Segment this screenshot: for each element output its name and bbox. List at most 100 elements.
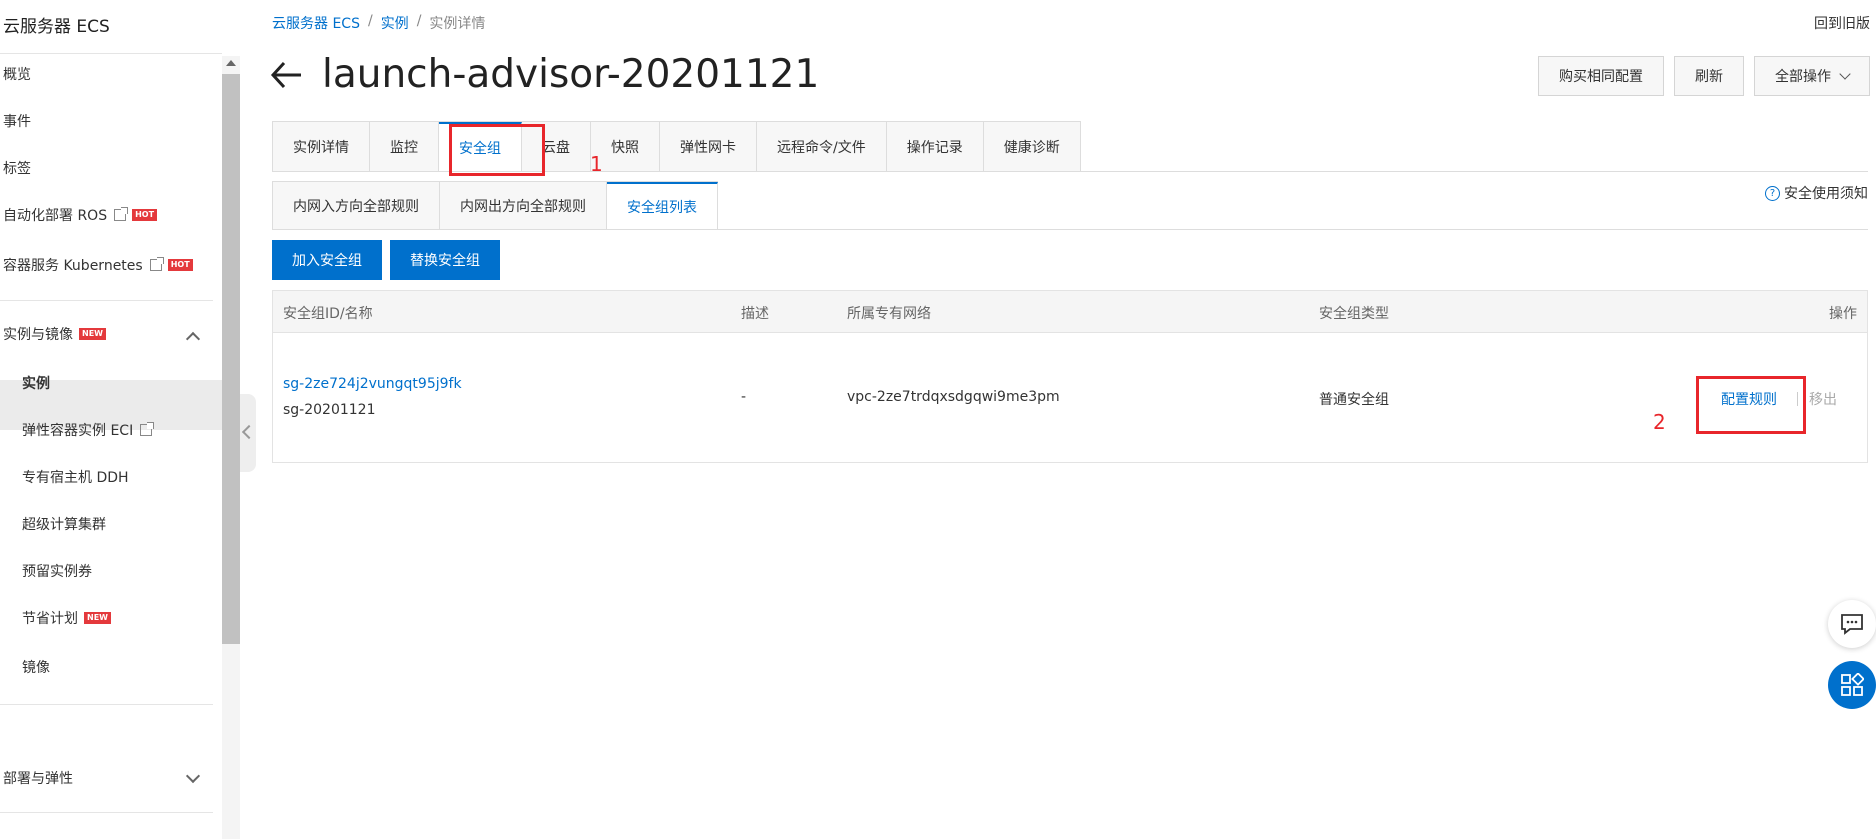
annotation-number: 1 (590, 152, 603, 176)
annotation-box (1696, 376, 1806, 434)
sidebar-item-label: 镜像 (22, 660, 50, 676)
tab-monitoring[interactable]: 监控 (370, 122, 439, 172)
new-badge: NEW (84, 612, 111, 624)
divider (0, 53, 222, 54)
sidebar-item-label: 标签 (3, 161, 31, 177)
sidebar-item-ddh[interactable]: 专有宿主机 DDH (22, 467, 129, 487)
new-badge: NEW (79, 328, 106, 340)
chevron-up-icon[interactable] (185, 331, 201, 347)
tab-health-diagnosis[interactable]: 健康诊断 (983, 122, 1081, 172)
security-group-name: sg-20201121 (283, 402, 376, 418)
sidebar-item-label: 容器服务 Kubernetes (3, 258, 143, 274)
sidebar-item-label: 超级计算集群 (22, 517, 106, 533)
table-actions: 加入安全组 替换安全组 (272, 240, 500, 280)
notice-label: 安全使用须知 (1784, 186, 1868, 202)
column-header: 安全组类型 (1319, 306, 1389, 322)
sidebar-item-kubernetes[interactable]: 容器服务 Kubernetes HOT (3, 255, 193, 275)
breadcrumb-instances[interactable]: 实例 (381, 13, 409, 33)
refresh-button[interactable]: 刷新 (1674, 56, 1744, 96)
hot-badge: HOT (167, 259, 193, 271)
help-icon: ? (1765, 185, 1780, 201)
sidebar-item-label: 自动化部署 ROS (3, 208, 108, 224)
scrollbar-thumb[interactable] (222, 74, 240, 644)
divider (0, 300, 213, 301)
sidebar-group-deploy[interactable]: 部署与弹性 (3, 768, 73, 788)
column-header: 描述 (741, 306, 769, 322)
breadcrumb-separator: / (416, 13, 422, 29)
sidebar-title: 云服务器 ECS (3, 17, 110, 37)
security-group-type: 普通安全组 (1319, 392, 1389, 408)
hot-badge: HOT (132, 209, 158, 221)
external-link-icon (149, 257, 164, 271)
instance-tabs: 实例详情 监控 安全组 云盘 快照 弹性网卡 远程命令/文件 操作记录 健康诊断 (272, 121, 1081, 172)
sidebar-item-events[interactable]: 事件 (3, 111, 31, 131)
breadcrumb-separator: / (367, 13, 373, 29)
header-actions: 购买相同配置 刷新 全部操作 (1538, 56, 1870, 96)
breadcrumb-current: 实例详情 (429, 16, 486, 32)
breadcrumb: 云服务器 ECS / 实例 / 实例详情 (272, 13, 485, 33)
scroll-up-icon[interactable] (226, 60, 236, 66)
all-operations-dropdown[interactable]: 全部操作 (1754, 56, 1870, 96)
tab-eni[interactable]: 弹性网卡 (660, 122, 757, 172)
sidebar-item-savings-plan[interactable]: 节省计划 NEW (22, 608, 111, 628)
security-group-subtabs: 内网入方向全部规则 内网出方向全部规则 安全组列表 (272, 181, 718, 230)
external-link-icon (140, 422, 155, 436)
buy-same-config-button[interactable]: 购买相同配置 (1538, 56, 1664, 96)
sidebar: 云服务器 ECS 概览 事件 标签 自动化部署 ROS HOT 容器服务 Kub… (0, 0, 222, 839)
back-to-old-version-link[interactable]: 回到旧版 (1814, 13, 1870, 33)
divider (0, 812, 213, 813)
sidebar-item-label: 节省计划 (22, 611, 78, 627)
tab-instance-details[interactable]: 实例详情 (273, 122, 370, 172)
external-link-icon (114, 207, 129, 221)
column-header: 安全组ID/名称 (283, 306, 373, 322)
sidebar-item-label: 专有宿主机 DDH (22, 470, 129, 486)
annotation-number: 2 (1653, 410, 1666, 434)
button-label: 全部操作 (1775, 69, 1831, 85)
security-group-table: 安全组ID/名称 描述 所属专有网络 安全组类型 操作 sg-2ze724j2v… (272, 290, 1868, 463)
security-notice-link[interactable]: ? 安全使用须知 (1765, 183, 1868, 203)
sidebar-item-overview[interactable]: 概览 (3, 64, 31, 84)
chat-icon (1841, 614, 1863, 635)
sidebar-item-label: 概览 (3, 67, 31, 83)
sidebar-item-label: 预留实例券 (22, 564, 92, 580)
apps-button[interactable] (1828, 661, 1876, 709)
apps-icon (1841, 673, 1864, 696)
button-label: 刷新 (1695, 69, 1723, 85)
divider (272, 229, 1868, 230)
divider (0, 704, 213, 705)
tab-security-group-list[interactable]: 安全组列表 (607, 182, 718, 230)
sidebar-group-instances[interactable]: 实例与镜像 NEW (3, 324, 106, 344)
security-group-id-link[interactable]: sg-2ze724j2vungqt95j9fk (283, 376, 462, 392)
button-label: 购买相同配置 (1559, 69, 1643, 85)
breadcrumb-ecs[interactable]: 云服务器 ECS (272, 13, 360, 33)
sidebar-collapse-handle[interactable] (240, 394, 256, 472)
sidebar-item-label: 事件 (3, 114, 31, 130)
sidebar-item-eci[interactable]: 弹性容器实例 ECI (22, 420, 155, 440)
tab-outbound-rules[interactable]: 内网出方向全部规则 (440, 182, 607, 230)
sidebar-item-reserved[interactable]: 预留实例券 (22, 561, 92, 581)
sidebar-group-label: 部署与弹性 (3, 771, 73, 787)
replace-security-group-button[interactable]: 替换安全组 (390, 240, 500, 280)
sidebar-item-scc[interactable]: 超级计算集群 (22, 514, 106, 534)
sidebar-item-instances[interactable]: 实例 (22, 373, 50, 393)
page-title: launch-advisor-20201121 (322, 52, 820, 97)
column-header: 操作 (1829, 306, 1857, 322)
sidebar-item-tags[interactable]: 标签 (3, 158, 31, 178)
annotation-box (449, 124, 545, 176)
join-security-group-button[interactable]: 加入安全组 (272, 240, 382, 280)
sidebar-item-ros[interactable]: 自动化部署 ROS HOT (3, 205, 158, 225)
back-arrow-icon[interactable] (270, 58, 304, 92)
tab-operation-log[interactable]: 操作记录 (886, 122, 984, 172)
tab-remote-command[interactable]: 远程命令/文件 (757, 122, 887, 172)
sidebar-item-images[interactable]: 镜像 (22, 657, 50, 677)
sidebar-item-label: 弹性容器实例 ECI (22, 423, 134, 439)
chevron-down-icon[interactable] (185, 768, 201, 784)
sidebar-group-label: 实例与镜像 (3, 327, 73, 343)
feedback-chat-button[interactable] (1828, 600, 1876, 648)
security-group-description: - (741, 389, 747, 405)
chevron-down-icon (1839, 68, 1851, 80)
remove-link[interactable]: 移出 (1809, 389, 1837, 409)
sidebar-item-label: 实例 (22, 376, 50, 392)
vpc-id: vpc-2ze7trdqxsdgqwi9me3pm (847, 389, 1060, 405)
tab-inbound-rules[interactable]: 内网入方向全部规则 (273, 182, 440, 230)
